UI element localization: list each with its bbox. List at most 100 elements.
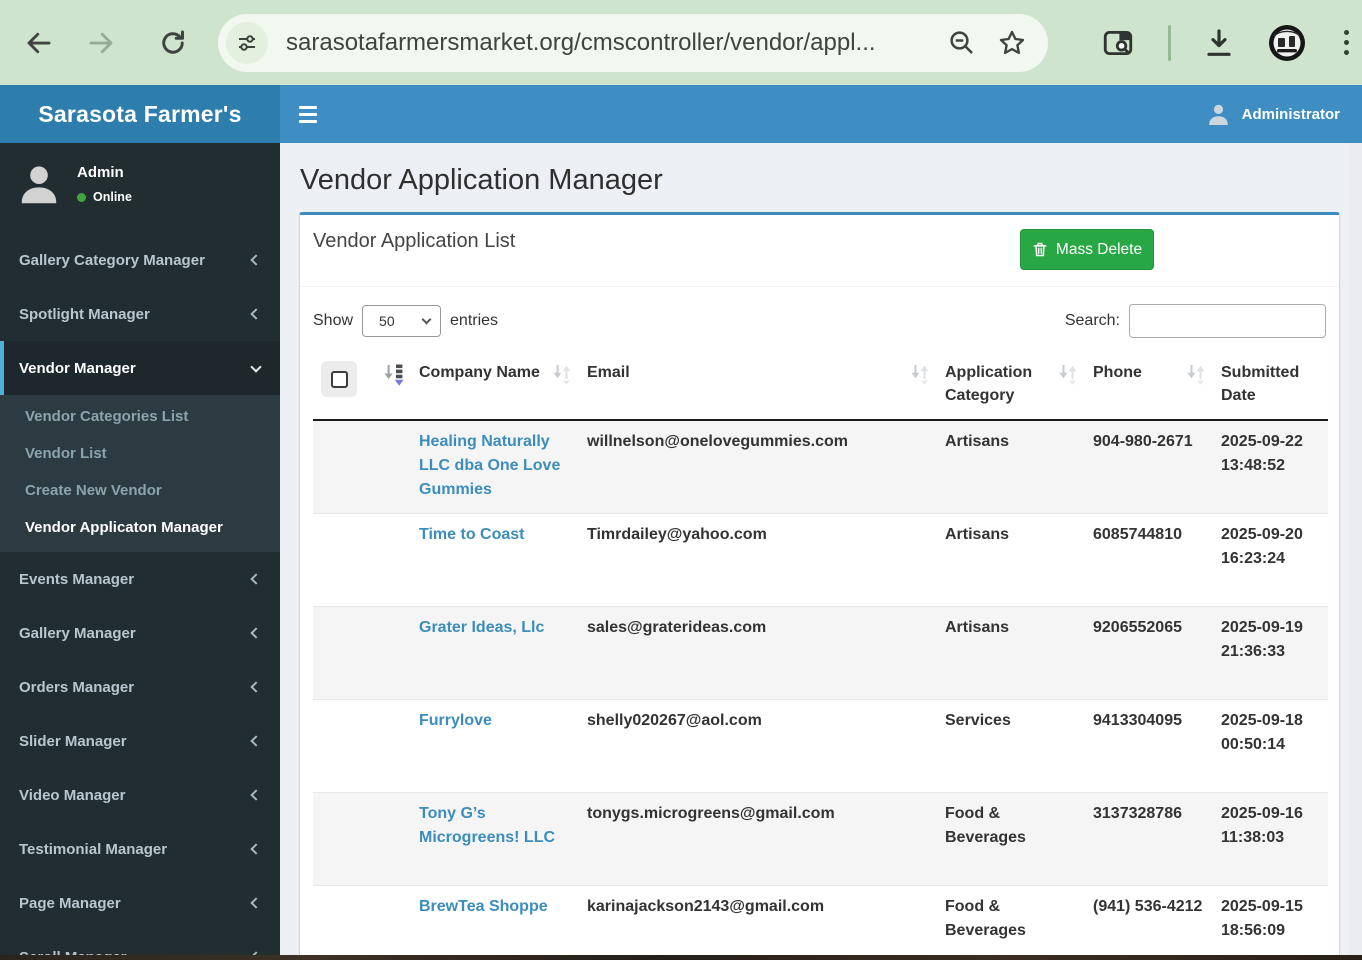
company-link[interactable]: Grater Ideas, Llc — [419, 619, 544, 636]
chevron-left-icon — [250, 254, 261, 265]
table-row: Grater Ideas, Llc sales@graterideas.com … — [313, 606, 1328, 699]
submitted-cell: 2025-09-19 21:36:33 — [1213, 606, 1328, 699]
sidebar: Admin Online Gallery Category Manager Sp… — [0, 143, 280, 955]
email-cell: willnelson@onelovegummies.com — [579, 420, 937, 513]
site-settings-icon[interactable] — [226, 22, 268, 64]
sidebar-item-gallery-manager[interactable]: Gallery Manager — [0, 606, 280, 660]
sidebar-item-page-manager[interactable]: Page Manager — [0, 876, 280, 930]
table-row: Time to Coast Timrdailey@yahoo.com Artis… — [313, 513, 1328, 606]
phone-cell: 6085744810 — [1085, 513, 1213, 606]
column-email[interactable]: Email — [587, 361, 630, 384]
navbar-user-menu[interactable]: Administrator — [1205, 101, 1340, 128]
sidebar-item-scroll-manager[interactable]: Scroll Manager — [0, 930, 280, 955]
browser-toolbar: sarasotafarmersmarket.org/cmscontroller/… — [0, 0, 1362, 85]
sidebar-item-spotlight-manager[interactable]: Spotlight Manager — [0, 287, 280, 341]
bookmark-star-icon[interactable] — [992, 23, 1032, 63]
sidebar-item-create-new-vendor[interactable]: Create New Vendor — [0, 472, 280, 509]
company-link[interactable]: BrewTea Shoppe — [419, 898, 548, 915]
online-status: Online — [93, 190, 132, 204]
phone-cell: (941) 536-4212 — [1085, 885, 1213, 955]
hamburger-menu-icon[interactable] — [299, 105, 321, 123]
company-link[interactable]: Furrylove — [419, 712, 492, 729]
zoom-icon[interactable] — [942, 23, 982, 63]
forward-icon — [86, 28, 116, 58]
phone-cell: 9413304095 — [1085, 699, 1213, 792]
page-scrollbar[interactable] — [1349, 143, 1362, 955]
sort-icon[interactable] — [910, 363, 931, 386]
company-link[interactable]: Healing Naturally LLC dba One Love Gummi… — [419, 433, 560, 498]
sidebar-item-vendor-manager[interactable]: Vendor Manager — [0, 341, 280, 395]
downloads-icon[interactable] — [1197, 21, 1241, 65]
url-text[interactable]: sarasotafarmersmarket.org/cmscontroller/… — [286, 29, 932, 57]
address-bar[interactable]: sarasotafarmersmarket.org/cmscontroller/… — [218, 14, 1048, 72]
profile-avatar[interactable] — [1265, 21, 1309, 65]
chevron-left-icon — [250, 843, 261, 854]
app-logo[interactable]: Sarasota Farmer's — [0, 85, 280, 143]
chevron-left-icon — [250, 897, 261, 908]
back-button[interactable] — [16, 20, 62, 66]
chevron-left-icon — [250, 735, 261, 746]
sidebar-item-vendor-categories-list[interactable]: Vendor Categories List — [0, 398, 280, 435]
app-navbar: Sarasota Farmer's Administrator — [0, 85, 1362, 143]
search-label: Search: — [1065, 312, 1120, 330]
chevron-down-icon — [250, 361, 261, 372]
sort-icon[interactable] — [1186, 363, 1207, 386]
category-cell: Artisans — [937, 606, 1085, 699]
panel-title: Vendor Application List — [313, 230, 515, 252]
admin-name: Admin — [77, 164, 132, 181]
submitted-cell: 2025-09-22 13:48:52 — [1213, 420, 1328, 513]
sidebar-item-gallery-category-manager[interactable]: Gallery Category Manager — [0, 233, 280, 287]
reload-icon — [158, 28, 188, 58]
submitted-cell: 2025-09-15 18:56:09 — [1213, 885, 1328, 955]
reload-button[interactable] — [150, 20, 196, 66]
main-content: Vendor Application Manager Vendor Applic… — [280, 143, 1362, 955]
sidebar-item-vendor-list[interactable]: Vendor List — [0, 435, 280, 472]
browser-menu-icon[interactable] — [1331, 21, 1361, 65]
table-header-row: Company Name Email Application Category — [313, 355, 1328, 420]
column-phone[interactable]: Phone — [1093, 361, 1142, 384]
phone-cell: 904-980-2671 — [1085, 420, 1213, 513]
table-controls: Show 50 entries Search: — [300, 287, 1339, 338]
sidebar-menu: Gallery Category Manager Spotlight Manag… — [0, 233, 280, 955]
column-application-category[interactable]: Application Category — [945, 361, 1058, 407]
search-tabs-icon[interactable] — [1096, 21, 1140, 65]
email-cell: karinajackson2143@gmail.com — [579, 885, 937, 955]
sort-icon[interactable] — [552, 363, 573, 386]
sidebar-item-vendor-application-manager[interactable]: Vendor Applicaton Manager — [0, 509, 280, 546]
sort-icon[interactable] — [1058, 363, 1079, 386]
entries-label: entries — [450, 312, 498, 330]
vendor-application-panel: Vendor Application List Mass Delete Show… — [299, 212, 1340, 955]
sidebar-item-testimonial-manager[interactable]: Testimonial Manager — [0, 822, 280, 876]
sidebar-item-video-manager[interactable]: Video Manager — [0, 768, 280, 822]
chevron-left-icon — [250, 573, 261, 584]
phone-cell: 9206552065 — [1085, 606, 1213, 699]
mass-delete-button[interactable]: Mass Delete — [1020, 229, 1154, 270]
category-cell: Artisans — [937, 420, 1085, 513]
sidebar-user-panel: Admin Online — [0, 143, 280, 229]
category-cell: Food & Beverages — [937, 792, 1085, 885]
select-all-checkbox[interactable] — [321, 361, 357, 397]
sidebar-item-events-manager[interactable]: Events Manager — [0, 552, 280, 606]
chevron-left-icon — [250, 789, 261, 800]
admin-avatar — [15, 160, 63, 208]
chevron-down-icon — [422, 315, 432, 325]
submitted-cell: 2025-09-18 00:50:14 — [1213, 699, 1328, 792]
email-cell: tonygs.microgreens@gmail.com — [579, 792, 937, 885]
sidebar-item-slider-manager[interactable]: Slider Manager — [0, 714, 280, 768]
trash-icon — [1032, 241, 1048, 258]
sidebar-item-orders-manager[interactable]: Orders Manager — [0, 660, 280, 714]
category-cell: Artisans — [937, 513, 1085, 606]
column-company-name[interactable]: Company Name — [419, 361, 540, 384]
table-row: BrewTea Shoppe karinajackson2143@gmail.c… — [313, 885, 1328, 955]
chevron-left-icon — [250, 681, 261, 692]
sort-active-icon[interactable] — [383, 363, 405, 387]
entries-select[interactable]: 50 — [362, 305, 441, 337]
email-cell: sales@graterideas.com — [579, 606, 937, 699]
company-link[interactable]: Tony G’s Microgreens! LLC — [419, 805, 555, 846]
column-submitted-date[interactable]: Submitted Date — [1221, 361, 1322, 407]
show-label: Show — [313, 312, 353, 330]
submitted-cell: 2025-09-16 11:38:03 — [1213, 792, 1328, 885]
forward-button[interactable] — [78, 20, 124, 66]
search-input[interactable] — [1129, 304, 1326, 338]
company-link[interactable]: Time to Coast — [419, 526, 525, 543]
